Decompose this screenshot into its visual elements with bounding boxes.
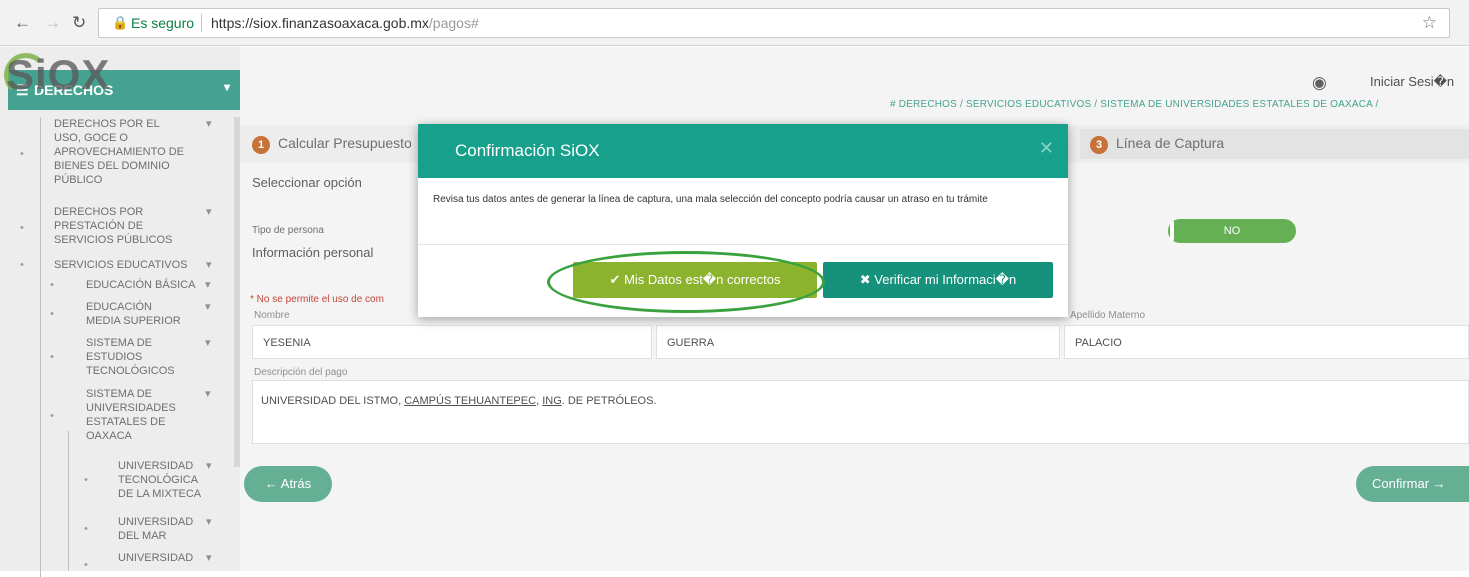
reload-icon[interactable]: ↻: [72, 13, 86, 33]
bookmark-star-icon[interactable]: ☆: [1422, 13, 1437, 33]
browser-toolbar: ← → ↻ 🔒 Es seguro https://siox.finanzaso…: [0, 0, 1469, 46]
siox-logo: SiOX: [6, 51, 111, 98]
url-text[interactable]: https://siox.finanzasoaxaca.gob.mx/pagos…: [211, 15, 479, 31]
url-path: /pagos#: [428, 15, 479, 31]
lock-icon: 🔒: [112, 15, 129, 30]
modal-header: Confirmación SiOX ✕: [418, 124, 1068, 178]
secure-label: Es seguro: [131, 15, 195, 31]
annotation-highlight-ring: [547, 251, 825, 313]
omnibox-divider: [201, 14, 202, 32]
forward-arrow-icon[interactable]: →: [44, 13, 61, 33]
verify-info-button[interactable]: ✖ Verificar mi Informaci�n: [823, 262, 1053, 298]
modal-message: Revisa tus datos antes de generar la lín…: [433, 194, 988, 205]
modal-divider: [418, 244, 1068, 245]
address-bar[interactable]: 🔒 Es seguro https://siox.finanzasoaxaca.…: [98, 8, 1450, 38]
url-scheme: https://: [211, 15, 254, 31]
times-icon: ✖: [859, 272, 871, 287]
back-arrow-icon[interactable]: ←: [14, 13, 31, 33]
modal-title: Confirmación SiOX: [455, 141, 600, 160]
close-icon[interactable]: ✕: [1039, 138, 1054, 159]
url-host: siox.finanzasoaxaca.gob.mx: [253, 15, 429, 31]
button-label: Verificar mi Informaci�n: [874, 272, 1017, 287]
